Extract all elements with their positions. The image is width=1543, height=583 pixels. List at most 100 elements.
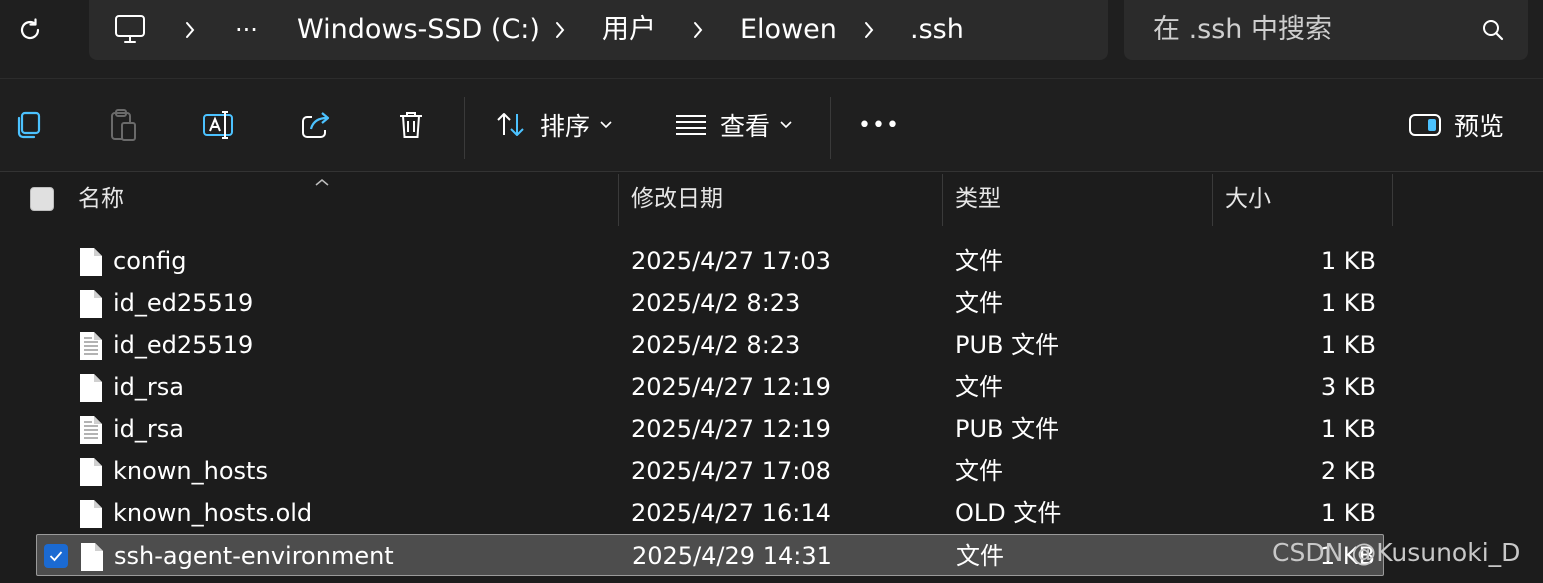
file-name: id_ed25519 (113, 331, 254, 359)
monitor-icon (115, 15, 145, 43)
column-divider[interactable] (942, 174, 943, 226)
breadcrumb-overflow[interactable]: ··· (235, 0, 258, 60)
paste-button[interactable] (100, 101, 146, 149)
chevron-down-icon (600, 121, 612, 129)
select-all-checkbox[interactable] (30, 187, 54, 211)
column-divider[interactable] (618, 174, 619, 226)
delete-button[interactable] (390, 101, 432, 149)
file-type: OLD 文件 (955, 499, 1062, 527)
search-input[interactable]: 在 .ssh 中搜索 (1124, 0, 1528, 60)
breadcrumb-chevron[interactable] (858, 18, 880, 42)
file-modified: 2025/4/27 12:19 (631, 415, 831, 443)
file-name: config (113, 247, 187, 275)
trash-icon (400, 112, 422, 138)
file-icon (78, 246, 104, 282)
breadcrumb-ssh[interactable]: .ssh (910, 0, 964, 60)
sort-indicator-icon (314, 172, 330, 191)
chevron-right-icon (694, 22, 703, 38)
file-modified: 2025/4/29 14:31 (632, 542, 832, 570)
file-type: 文件 (955, 457, 1003, 485)
column-divider[interactable] (1392, 174, 1393, 226)
refresh-icon (20, 18, 40, 40)
file-icon (78, 456, 104, 492)
column-header-size[interactable]: 大小 (1225, 172, 1271, 226)
file-name: id_rsa (113, 415, 184, 443)
file-type: 文件 (955, 289, 1003, 317)
file-modified: 2025/4/27 17:03 (631, 247, 831, 275)
sort-button[interactable]: 排序 (494, 101, 612, 149)
file-row[interactable]: config 2025/4/27 17:03 文件 1 KB (36, 240, 1384, 282)
this-pc-button[interactable] (113, 13, 147, 49)
search-icon (1483, 20, 1504, 41)
copy-icon (17, 111, 41, 139)
file-row[interactable]: id_rsa 2025/4/27 12:19 PUB 文件 1 KB (36, 408, 1384, 450)
toolbar-divider (830, 97, 831, 159)
file-size: 1 KB (1320, 331, 1376, 359)
file-size: 3 KB (1320, 373, 1376, 401)
view-button[interactable]: 查看 (674, 101, 792, 149)
breadcrumb-users[interactable]: 用户 (602, 0, 656, 60)
search-button[interactable] (1480, 17, 1506, 47)
check-icon (49, 551, 63, 562)
file-type: 文件 (956, 542, 1004, 570)
file-modified: 2025/4/27 17:08 (631, 457, 831, 485)
file-row[interactable]: id_ed25519 2025/4/2 8:23 PUB 文件 1 KB (36, 324, 1384, 366)
preview-label: 预览 (1454, 112, 1505, 141)
refresh-button[interactable] (10, 10, 50, 50)
chevron-down-icon (780, 121, 792, 129)
file-size: 1 KB (1320, 289, 1376, 317)
column-header-type[interactable]: 类型 (955, 172, 1001, 226)
breadcrumb-chevron[interactable] (549, 18, 571, 42)
file-size: 2 KB (1320, 457, 1376, 485)
share-button[interactable] (294, 101, 338, 149)
address-bar[interactable]: ··· Windows-SSD (C:) 用户 Elowen .ssh (89, 0, 1108, 60)
file-row[interactable]: id_ed25519 2025/4/2 8:23 文件 1 KB (36, 282, 1384, 324)
preview-button[interactable]: 预览 (1408, 101, 1504, 149)
file-modified: 2025/4/27 16:14 (631, 499, 831, 527)
file-modified: 2025/4/2 8:23 (631, 331, 801, 359)
file-icon (78, 372, 104, 408)
address-row: ··· Windows-SSD (C:) 用户 Elowen .ssh 在 .s… (0, 0, 1543, 79)
command-bar: 排序 查看 ••• 预览 (0, 79, 1543, 172)
file-row[interactable]: known_hosts.old 2025/4/27 16:14 OLD 文件 1 KB (36, 492, 1384, 534)
file-modified: 2025/4/27 12:19 (631, 373, 831, 401)
file-type: PUB 文件 (955, 331, 1060, 359)
file-name: known_hosts (113, 457, 268, 485)
file-row[interactable]: ssh-agent-environment 2025/4/29 14:31 文件 1 … (36, 534, 1384, 576)
file-type: PUB 文件 (955, 415, 1060, 443)
column-header-modified[interactable]: 修改日期 (631, 172, 723, 226)
chevron-right-icon (556, 22, 565, 38)
file-icon (79, 541, 105, 577)
text-file-icon (78, 414, 104, 450)
share-icon (302, 112, 330, 138)
view-list-icon (676, 115, 706, 135)
breadcrumb-chevron[interactable] (687, 18, 709, 42)
column-header-row: 名称 修改日期 类型 大小 (0, 172, 1543, 226)
copy-button[interactable] (6, 101, 50, 149)
file-name: id_rsa (113, 373, 184, 401)
file-icon (78, 498, 104, 534)
rename-button[interactable] (196, 101, 242, 149)
file-name: ssh-agent-environment (114, 542, 394, 570)
file-name: known_hosts.old (113, 499, 313, 527)
file-size: 1 KB (1320, 247, 1376, 275)
clipboard-icon (111, 109, 136, 141)
sort-icon (497, 113, 524, 136)
breadcrumb-chevron[interactable] (179, 18, 201, 42)
column-header-name[interactable]: 名称 (78, 172, 124, 226)
file-icon (78, 288, 104, 324)
breadcrumb-drive[interactable]: Windows-SSD (C:) (297, 0, 540, 60)
column-divider[interactable] (1212, 174, 1213, 226)
file-size: 1 KB (1320, 499, 1376, 527)
more-options-button[interactable]: ••• (856, 101, 902, 149)
chevron-right-icon (186, 22, 195, 38)
breadcrumb-user[interactable]: Elowen (740, 0, 837, 60)
file-type: 文件 (955, 373, 1003, 401)
file-row[interactable]: known_hosts 2025/4/27 17:08 文件 2 KB (36, 450, 1384, 492)
file-size: 1 KB (1320, 415, 1376, 443)
file-modified: 2025/4/2 8:23 (631, 289, 801, 317)
chevron-right-icon (865, 22, 874, 38)
file-row[interactable]: id_rsa 2025/4/27 12:19 文件 3 KB (36, 366, 1384, 408)
sort-label: 排序 (540, 112, 591, 141)
row-checkbox[interactable] (44, 544, 68, 568)
